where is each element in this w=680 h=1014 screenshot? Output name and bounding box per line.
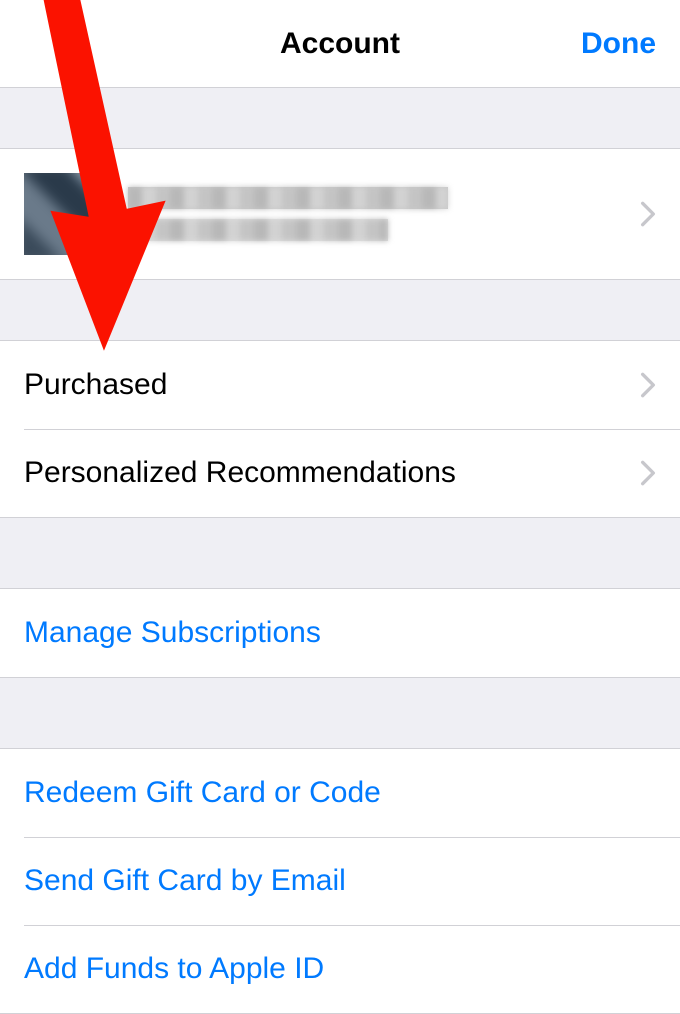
recommendations-row[interactable]: Personalized Recommendations (0, 429, 680, 517)
redeem-row[interactable]: Redeem Gift Card or Code (0, 749, 680, 837)
send-gift-row[interactable]: Send Gift Card by Email (0, 837, 680, 925)
send-gift-label: Send Gift Card by Email (24, 864, 656, 898)
section-gap (0, 678, 680, 748)
profile-section (0, 148, 680, 280)
subscriptions-section: Manage Subscriptions (0, 588, 680, 678)
profile-row[interactable] (0, 149, 680, 279)
profile-email-redacted (128, 219, 388, 241)
redeem-label: Redeem Gift Card or Code (24, 776, 656, 810)
purchased-label: Purchased (24, 368, 628, 402)
chevron-right-icon (640, 371, 656, 399)
profile-name-redacted (128, 187, 448, 209)
chevron-right-icon (640, 200, 656, 228)
manage-subscriptions-label: Manage Subscriptions (24, 616, 656, 650)
section-gap (0, 280, 680, 340)
account-options-section: Purchased Personalized Recommendations (0, 340, 680, 518)
recommendations-label: Personalized Recommendations (24, 456, 628, 490)
section-gap (0, 518, 680, 588)
chevron-right-icon (640, 459, 656, 487)
done-button[interactable]: Done (581, 27, 656, 61)
header-bar: Account Done (0, 0, 680, 88)
section-gap (0, 88, 680, 148)
payments-section: Redeem Gift Card or Code Send Gift Card … (0, 748, 680, 1014)
manage-subscriptions-row[interactable]: Manage Subscriptions (0, 589, 680, 677)
page-title: Account (280, 27, 400, 61)
purchased-row[interactable]: Purchased (0, 341, 680, 429)
add-funds-row[interactable]: Add Funds to Apple ID (0, 925, 680, 1013)
avatar (24, 173, 106, 255)
add-funds-label: Add Funds to Apple ID (24, 952, 656, 986)
profile-text (128, 187, 628, 241)
